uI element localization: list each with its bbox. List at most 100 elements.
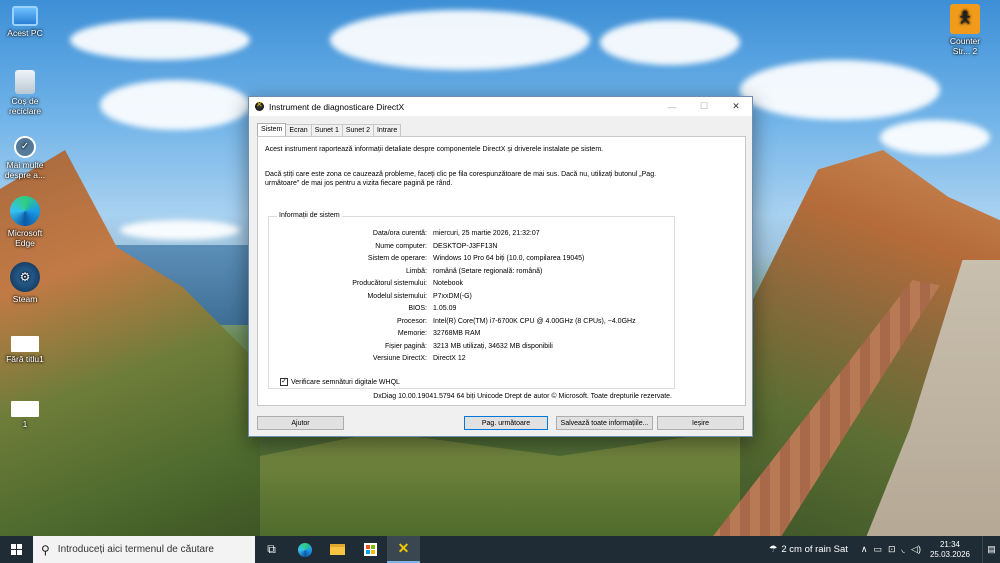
volume-icon[interactable]: ◁) <box>911 544 921 555</box>
window-title: Instrument de diagnosticare DirectX <box>269 101 405 112</box>
info-value: 1.05.09 <box>433 305 457 312</box>
next-page-button[interactable]: Pag. următoare <box>464 416 548 430</box>
clock[interactable]: 21:34 25.03.2026 <box>930 540 970 560</box>
desktop-icon-label: Microsoft Edge <box>7 228 43 248</box>
desktop-icon-label: Fără titlu1 <box>6 354 44 364</box>
info-row-datetime: Data/ora curentă: miercuri, 25 martie 20… <box>269 230 676 239</box>
minimize-button[interactable]: — <box>656 97 688 116</box>
info-key: BIOS: <box>408 305 427 312</box>
system-info-group: Informații de sistem Data/ora curentă: m… <box>268 212 676 389</box>
tab-panel-sistem: Acest instrument raportează informații d… <box>257 136 746 406</box>
copyright-footer: DxDiag 10.00.19041.5794 64 biți Unicode … <box>373 393 672 400</box>
info-key: Data/ora curentă: <box>372 230 427 237</box>
steam-icon: ⚙ <box>10 262 40 292</box>
maximize-button[interactable]: ☐ <box>688 97 720 116</box>
info-value: Intel(R) Core(TM) i7-6700K CPU @ 4.00GHz… <box>433 318 636 325</box>
info-value: DirectX 12 <box>433 355 466 362</box>
desktop-icon-label: 1 <box>22 419 28 429</box>
weather-widget[interactable]: ☂ 2 cm of rain Sat <box>769 544 848 555</box>
dxdiag-window: Instrument de diagnosticare DirectX — ☐ … <box>248 96 753 437</box>
taskbar-search-box[interactable]: ⚲ Introduceți aici termenul de căutare <box>33 536 255 563</box>
desktop-icon-this-pc[interactable]: Acest PC <box>0 6 50 38</box>
tab-strip: Sistem Ecran Sunet 1 Sunet 2 Intrare <box>257 123 402 136</box>
info-value: română (Setare regională: română) <box>433 268 543 275</box>
checkbox-checkmark-icon: ✓ <box>280 378 288 386</box>
file-explorer-icon[interactable] <box>321 536 354 563</box>
desktop-icon-label: Coș de reciclare <box>8 96 42 116</box>
whql-checkbox[interactable]: ✓ Verificare semnături digitale WHQL <box>280 378 400 386</box>
windows-logo-icon <box>11 544 22 555</box>
info-key: Modelul sistemului: <box>367 293 427 300</box>
clock-date: 25.03.2026 <box>929 549 970 559</box>
system-tray: ☂ 2 cm of rain Sat ∧ ▭ ⊡ ◟ ◁) 21:34 25.0… <box>769 536 1000 563</box>
counter-strike-icon: 🯅 <box>950 4 980 34</box>
desktop-icon-label: Counter Str... 2 <box>949 36 981 56</box>
info-row-bios: BIOS: 1.05.09 <box>269 305 676 314</box>
network-icon[interactable]: ⊡ <box>888 544 896 555</box>
document-icon <box>11 401 39 417</box>
instructions-text: Dacă știți care este zona ce cauzează pr… <box>265 171 657 187</box>
task-view-icon[interactable]: ⧉ <box>255 536 288 563</box>
info-row-page-file: Fișier pagină: 3213 MB utilizați, 34632 … <box>269 343 676 352</box>
desktop-icon-steam[interactable]: ⚙ Steam <box>0 262 50 304</box>
tab-sunet-2[interactable]: Sunet 2 <box>341 124 374 136</box>
search-placeholder: Introduceți aici termenul de căutare <box>57 544 214 555</box>
start-button[interactable] <box>0 536 33 563</box>
info-key: Versiune DirectX: <box>372 355 427 362</box>
info-row-processor: Procesor: Intel(R) Core(TM) i7-6700K CPU… <box>269 318 676 327</box>
edge-icon[interactable] <box>288 536 321 563</box>
umbrella-icon: ☂ <box>768 544 778 555</box>
info-icon: ✓ <box>14 136 36 158</box>
document-icon <box>11 336 39 352</box>
directx-icon <box>255 100 264 111</box>
desktop-icon-document-2[interactable]: 1 <box>0 401 50 429</box>
desktop-icon-counter-strike[interactable]: 🯅 Counter Str... 2 <box>940 4 990 56</box>
tab-sistem[interactable]: Sistem <box>257 123 287 136</box>
info-row-directx-version: Versiune DirectX: DirectX 12 <box>269 355 676 364</box>
this-pc-icon <box>12 6 38 26</box>
info-value: P7xxDM(-G) <box>433 293 472 300</box>
info-row-computer-name: Nume computer: DESKTOP-J3FF13N <box>269 243 676 252</box>
desktop-icon-edge[interactable]: Microsoft Edge <box>0 196 50 248</box>
exit-button[interactable]: Ieșire <box>657 416 744 430</box>
info-value: miercuri, 25 martie 2026, 21:32:07 <box>433 230 540 237</box>
desktop-icon-recycle-bin[interactable]: Coș de reciclare <box>0 70 50 116</box>
close-button[interactable]: ✕ <box>720 97 752 116</box>
help-button[interactable]: Ajutor <box>257 416 344 430</box>
info-row-language: Limbă: română (Setare regională: română) <box>269 268 676 277</box>
info-row-memory: Memorie: 32768MB RAM <box>269 330 676 339</box>
taskbar: ⚲ Introduceți aici termenul de căutare ⧉… <box>0 536 1000 563</box>
info-key: Procesor: <box>397 318 427 325</box>
info-row-os: Sistem de operare: Windows 10 Pro 64 biț… <box>269 255 676 264</box>
info-key: Memorie: <box>397 330 427 337</box>
title-bar[interactable]: Instrument de diagnosticare DirectX — ☐ … <box>249 97 752 116</box>
save-all-info-button[interactable]: Salvează toate informațiile... <box>556 416 653 430</box>
tab-intrare[interactable]: Intrare <box>372 124 402 136</box>
recycle-bin-icon <box>15 70 35 94</box>
chevron-up-icon[interactable]: ∧ <box>861 544 868 555</box>
desktop-icon-info[interactable]: ✓ Mai multe despre a... <box>0 136 50 180</box>
info-row-model: Modelul sistemului: P7xxDM(-G) <box>269 293 676 302</box>
desktop-icon-label: Acest PC <box>7 28 43 38</box>
whql-checkbox-label: Verificare semnături digitale WHQL <box>291 378 400 386</box>
clock-time: 21:34 <box>939 539 960 549</box>
notification-center-icon[interactable]: ▤ <box>982 536 1000 563</box>
search-icon: ⚲ <box>41 542 50 557</box>
store-icon[interactable] <box>354 536 387 563</box>
intro-text: Acest instrument raportează informații d… <box>265 146 604 153</box>
group-title: Informații de sistem <box>277 212 342 219</box>
wifi-icon[interactable]: ◟ <box>902 544 906 555</box>
edge-icon <box>10 196 40 226</box>
info-key: Limbă: <box>405 268 427 275</box>
battery-icon[interactable]: ▭ <box>873 544 882 555</box>
desktop-icon-label: Mai multe despre a... <box>4 160 46 180</box>
directx-icon[interactable]: ✕ <box>387 536 420 563</box>
tab-ecran[interactable]: Ecran <box>285 124 312 136</box>
tab-sunet-1[interactable]: Sunet 1 <box>310 124 343 136</box>
info-key: Sistem de operare: <box>367 255 427 262</box>
info-row-manufacturer: Producătorul sistemului: Notebook <box>269 280 676 289</box>
info-key: Fișier pagină: <box>384 343 427 350</box>
desktop-icon-label: Steam <box>12 294 38 304</box>
weather-text: 2 cm of rain Sat <box>781 544 848 555</box>
desktop-icon-document-1[interactable]: Fără titlu1 <box>0 336 50 364</box>
